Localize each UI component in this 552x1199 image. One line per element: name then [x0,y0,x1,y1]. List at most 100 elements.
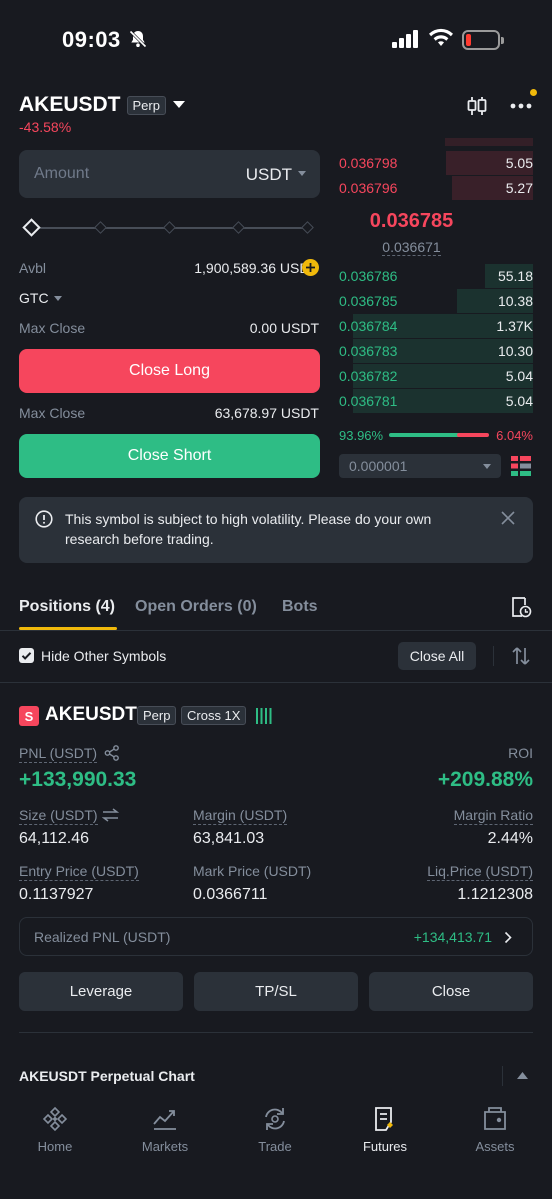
sort-icon[interactable] [510,645,532,667]
vertical-separator [493,646,494,666]
amount-placeholder: Amount [34,165,90,182]
amount-slider-handle[interactable] [22,218,41,237]
margin-ratio-label: Margin Ratio [453,807,533,825]
collapse-icon[interactable] [517,1072,528,1079]
tpsl-button[interactable]: TP/SL [194,972,358,1011]
slider-step-25[interactable] [94,221,107,234]
more-dots-icon [510,103,532,109]
nav-futures[interactable]: Futures [330,1093,440,1163]
order-history-icon[interactable] [510,596,532,618]
tab-open-orders[interactable]: Open Orders (0) [135,598,257,616]
sell-ratio: 6.04% [496,428,533,443]
symbol-name: AKEUSDT [19,93,121,116]
nav-home[interactable]: Home [0,1093,110,1163]
nav-label: Trade [258,1139,292,1154]
nav-assets[interactable]: Assets [440,1093,550,1163]
size-value: 64,112.46 [19,830,89,847]
ask-row[interactable]: 0.036798 5.05 [339,151,533,175]
amount-input[interactable]: Amount USDT [19,150,320,198]
bid-price: 0.036781 [339,393,398,409]
ask-row[interactable]: 0.036796 5.27 [339,176,533,200]
max-close-value: 63,678.97 USDT [214,405,319,421]
precision-value: 0.000001 [349,458,408,474]
section-divider [0,682,552,683]
contract-type-badge: Perp [126,95,166,115]
volatility-warning-banner: This symbol is subject to high volatilit… [19,497,533,563]
price-change: -43.58% [19,119,72,135]
hide-other-symbols-checkbox[interactable] [19,648,34,663]
close-short-button[interactable]: Close Short [19,434,320,478]
bell-muted-icon [129,30,147,48]
swap-unit-icon[interactable] [102,808,119,822]
plus-icon [306,263,315,272]
tab-positions[interactable]: Positions (4) [19,598,115,616]
position-type-tag: Perp [137,706,177,725]
avbl-value: 1,900,589.36 USDT [194,260,318,276]
buy-ratio: 93.96% [339,428,384,443]
tabs-divider [0,630,552,631]
buy-sell-ratio: 93.96% 6.04% [339,428,533,444]
chart-section-title[interactable]: AKEUSDT Perpetual Chart [19,1068,195,1084]
realized-pnl-row[interactable]: Realized PNL (USDT) +134,413.71 [19,917,533,956]
slider-step-50[interactable] [163,221,176,234]
nav-label: Assets [475,1139,515,1154]
bid-row[interactable]: 0.036786 55.18 [339,264,533,288]
banner-text: This symbol is subject to high volatilit… [65,511,432,547]
mark-price-label: Mark Price (USDT) [193,863,312,879]
nav-trade[interactable]: Trade [220,1093,330,1163]
size-label-text: Size (USDT) [19,807,98,825]
margin-ratio-value: 2.44% [487,830,533,847]
precision-selector[interactable]: 0.000001 [339,454,501,478]
last-price[interactable]: 0.036785 [339,210,484,233]
close-icon[interactable] [501,511,515,525]
mark-price: 0.036671 [339,239,484,256]
max-close-label: Max Close [19,405,86,421]
bid-row[interactable]: 0.036784 1.37K [339,314,533,338]
more-menu-button[interactable] [509,89,539,115]
check-icon [21,652,32,660]
bid-row[interactable]: 0.036782 5.04 [339,364,533,388]
vertical-separator [502,1066,503,1086]
bid-row[interactable]: 0.036785 10.38 [339,289,533,313]
symbol-selector[interactable]: AKEUSDT Perp [19,93,186,117]
bid-row[interactable]: 0.036781 5.04 [339,389,533,413]
share-icon[interactable] [104,745,120,761]
transfer-button[interactable] [302,259,319,276]
tab-bots[interactable]: Bots [282,598,318,616]
orderbook-cutoff-row [339,138,533,146]
margin-label-text: Margin (USDT) [193,807,288,825]
status-time: 09:03 [62,27,121,52]
close-long-button[interactable]: Close Long [19,349,320,393]
close-position-button[interactable]: Close [369,972,533,1011]
liq-price-value: 1.1212308 [457,886,533,903]
chevron-right-icon [504,931,512,944]
candlestick-chart-icon[interactable] [466,96,488,116]
bid-qty: 10.38 [497,293,533,309]
hide-other-symbols-label[interactable]: Hide Other Symbols [41,648,166,664]
bid-row[interactable]: 0.036783 10.30 [339,339,533,363]
bid-qty: 55.18 [497,268,533,284]
ask-qty: 5.05 [505,155,533,171]
markets-icon [153,1110,176,1130]
ask-price: 0.036798 [339,155,398,171]
position-symbol[interactable]: AKEUSDT [45,704,137,726]
bottom-nav: Home Markets Trade Futures Assets [0,1093,552,1199]
bid-price: 0.036784 [339,318,398,334]
orderbook-layout-icon[interactable] [511,456,531,476]
notification-dot [530,89,537,96]
nav-markets[interactable]: Markets [110,1093,220,1163]
bid-qty: 5.04 [505,393,533,409]
ask-price: 0.036796 [339,180,398,196]
entry-price-value: 0.1137927 [19,886,94,903]
pnl-value: +133,990.33 [19,768,137,791]
margin-mode-tag: Cross 1X [181,706,247,725]
close-all-button[interactable]: Close All [398,642,476,670]
amount-unit-selector[interactable]: USDT [246,165,292,185]
tif-selector[interactable]: GTC [19,290,62,306]
slider-step-75[interactable] [232,221,245,234]
caret-down-icon [53,295,62,301]
bid-qty: 5.04 [505,368,533,384]
slider-step-100[interactable] [301,221,314,234]
leverage-button[interactable]: Leverage [19,972,183,1011]
nav-label: Markets [141,1139,189,1154]
